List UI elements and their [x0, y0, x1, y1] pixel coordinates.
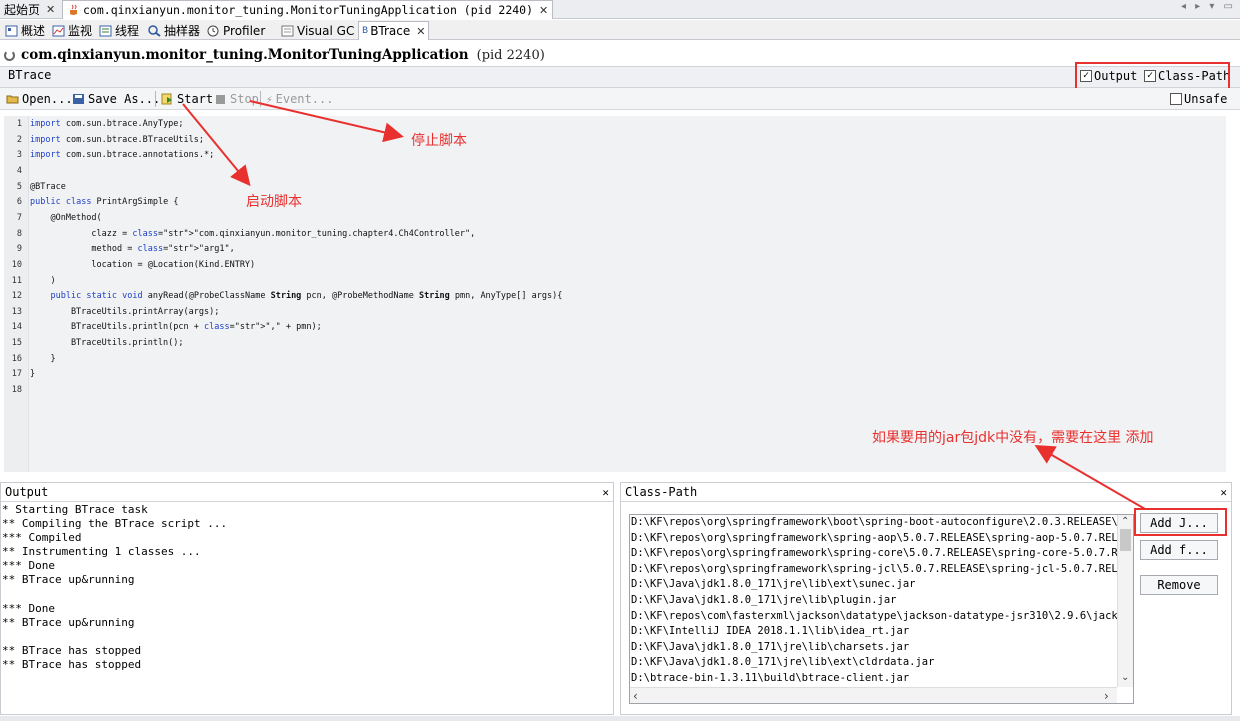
- arrow-to-stop: [249, 100, 404, 143]
- arrow-to-start: [182, 103, 251, 187]
- classpath-annotation: 如果要用的jar包jdk中没有，需要在这里 添加: [872, 430, 1154, 446]
- stop-script-annotation: 停止脚本: [411, 133, 467, 149]
- start-script-annotation: 启动脚本: [246, 194, 302, 210]
- annotation-arrows: [182, 100, 1146, 510]
- status-strip: [0, 716, 1240, 721]
- arrow-to-add-jar: [1034, 444, 1146, 510]
